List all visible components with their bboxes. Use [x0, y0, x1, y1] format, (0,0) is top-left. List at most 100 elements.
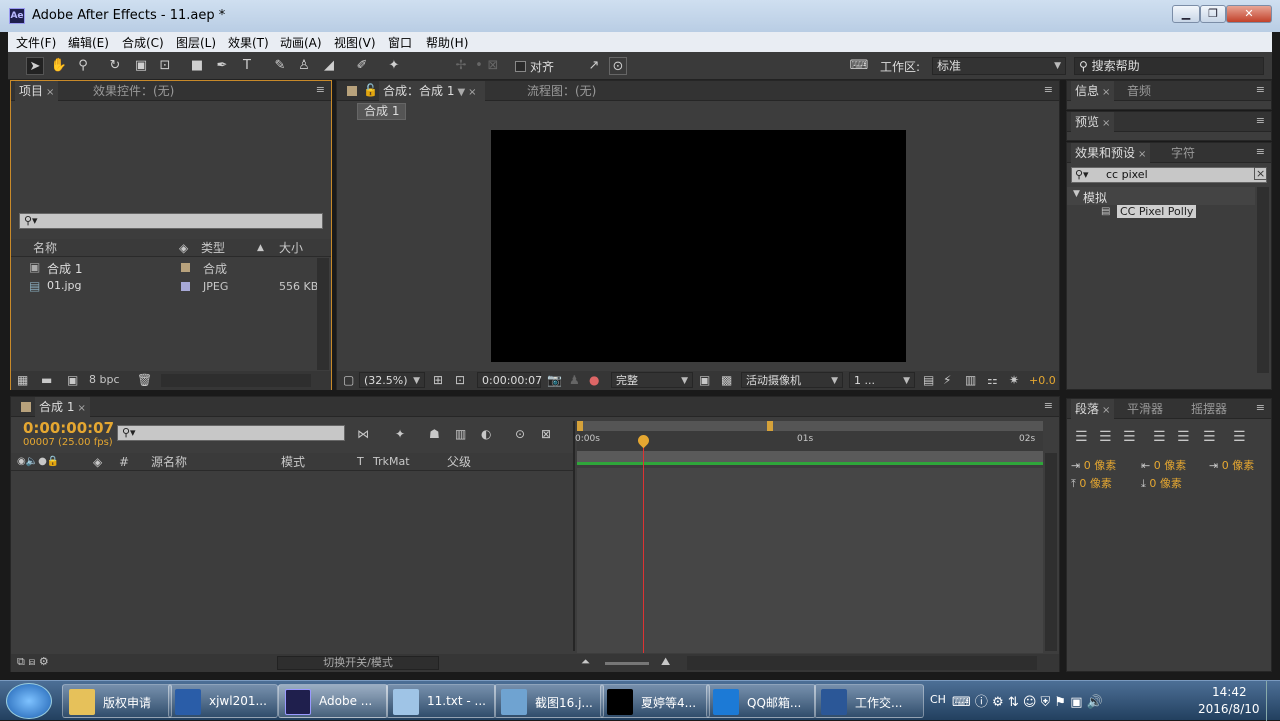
tab-paragraph[interactable]: 段落 × [1071, 399, 1115, 419]
axis-view-icon[interactable]: ⊠ [484, 57, 502, 75]
title-safe-icon[interactable]: ⊞ [433, 373, 443, 387]
show-desktop-button[interactable] [1266, 681, 1280, 721]
panel-menu-icon[interactable]: ≡ [1256, 401, 1265, 414]
column-t[interactable]: T [357, 453, 364, 471]
menu-animation[interactable]: 动画(A) [280, 34, 322, 51]
text-tool-icon[interactable]: T [238, 57, 256, 75]
column-mode[interactable]: 模式 [281, 453, 305, 471]
taskbar-item[interactable]: 11.txt - ... [386, 684, 496, 718]
camera-dropdown[interactable]: 活动摄像机 ▼ [741, 372, 843, 388]
tab-info[interactable]: 信息 × [1071, 81, 1115, 101]
start-button[interactable] [6, 683, 52, 719]
shy-layers-icon[interactable]: ☗ [429, 427, 440, 441]
label-color-swatch[interactable] [181, 282, 190, 291]
zoom-dropdown[interactable]: (32.5%) ▼ [359, 372, 425, 388]
lock-icon[interactable]: 🔓 [363, 83, 378, 97]
effect-list-item[interactable]: ▤ CC Pixel Polly [1101, 205, 1211, 221]
motion-blur-icon[interactable]: ◐ [481, 427, 491, 441]
camera-tool-icon[interactable]: ▣ [132, 57, 150, 75]
tab-composition[interactable]: 合成：合成 1 ▼ × [379, 81, 485, 101]
timeline-hscroll[interactable] [687, 656, 1037, 670]
timeline-search-input[interactable]: ⚲▾ [117, 425, 345, 441]
work-area-start-handle[interactable] [577, 421, 583, 431]
draft-3d-icon[interactable]: ✦ [395, 427, 405, 441]
tab-wiggler[interactable]: 摇摆器 [1187, 399, 1231, 419]
taskbar-item[interactable]: xjwl201... [168, 684, 278, 718]
current-timecode[interactable]: 0:00:00:07 [23, 419, 114, 437]
clock-date[interactable]: 2016/8/10 [1198, 702, 1260, 716]
graph-editor-icon[interactable]: ⊙ [515, 427, 525, 441]
snap-option-icon[interactable]: ↗ [585, 57, 603, 75]
clone-stamp-tool-icon[interactable]: ♙ [295, 57, 313, 75]
selection-tool-icon[interactable]: ➤ [26, 57, 44, 75]
expand-arrow-icon[interactable]: ▼ [1073, 189, 1080, 199]
workspace-dropdown[interactable]: 标准 ▼ [932, 57, 1066, 75]
justify-center-icon[interactable]: ☰ [1177, 429, 1190, 445]
taskbar-item[interactable]: 夏婷等4... [600, 684, 710, 718]
project-search-input[interactable]: ⚲▾ [19, 213, 323, 229]
tab-preview[interactable]: 预览 × [1071, 112, 1115, 132]
current-time-indicator[interactable] [643, 437, 644, 653]
justify-left-icon[interactable]: ☰ [1153, 429, 1166, 445]
label-color-swatch[interactable] [181, 263, 190, 272]
frame-blending-icon[interactable]: ▥ [455, 427, 466, 441]
transparency-grid-icon[interactable]: ▩ [721, 373, 732, 387]
brush-tool-icon[interactable]: ✎ [271, 57, 289, 75]
indent-right-field[interactable]: ⇤ 0 像素 [1141, 457, 1186, 473]
tab-character[interactable]: 字符 [1167, 143, 1199, 163]
menu-layer[interactable]: 图层(L) [176, 34, 216, 51]
pen-tool-icon[interactable]: ✒ [213, 57, 231, 75]
new-composition-icon[interactable]: ▣ [67, 373, 78, 387]
label-tag-icon[interactable]: ◈ [93, 453, 102, 471]
channel-icon[interactable]: ● [589, 373, 599, 387]
show-snapshot-icon[interactable]: ♟ [569, 373, 580, 387]
taskbar-item[interactable]: 工作交... [814, 684, 924, 718]
tab-audio[interactable]: 音频 [1123, 81, 1155, 101]
help-search-input[interactable]: ⚲ 搜索帮助 [1074, 57, 1264, 75]
roto-brush-tool-icon[interactable]: ✐ [353, 57, 371, 75]
zoom-out-icon[interactable]: ⏶ [581, 655, 590, 669]
work-area-end-handle[interactable] [767, 421, 773, 431]
exposure-reset-icon[interactable]: ✷ [1009, 373, 1019, 387]
fast-preview-icon[interactable]: ⚡ [943, 373, 951, 387]
label-tag-icon[interactable]: ◈ [179, 239, 188, 257]
hand-tool-icon[interactable]: ✋ [50, 57, 68, 75]
system-tray-icons[interactable]: ⌨ ⓘ ⚙ ⇅ ☺ ⛨ ⚑ ▣ 🔊 [952, 691, 1103, 710]
snap-feature-icon[interactable]: ⊙ [609, 57, 627, 75]
axis-local-icon[interactable]: ✢ [452, 57, 470, 75]
space-before-field[interactable]: ⤒ 0 像素 [1071, 475, 1112, 491]
column-name[interactable]: 名称 [33, 239, 57, 257]
menu-edit[interactable]: 编辑(E) [68, 34, 109, 51]
layer-switches-icon[interactable]: ⧉ ⧈ ⚙ [17, 655, 49, 669]
taskbar-item[interactable]: 截图16.j... [494, 684, 604, 718]
column-size[interactable]: 大小 [279, 239, 303, 257]
snapshot-icon[interactable]: 📷 [547, 373, 562, 387]
tab-effect-controls[interactable]: 效果控件：(无) [89, 81, 178, 101]
effects-scrollbar[interactable] [1257, 187, 1269, 373]
taskbar-item[interactable]: QQ邮箱... [706, 684, 816, 718]
align-center-icon[interactable]: ☰ [1099, 429, 1112, 445]
column-parent[interactable]: 父级 [447, 453, 471, 471]
panel-menu-icon[interactable]: ≡ [1256, 145, 1265, 158]
trash-icon[interactable]: 🗑 [137, 373, 152, 387]
puppet-pin-tool-icon[interactable]: ✦ [385, 57, 403, 75]
column-source-name[interactable]: 源名称 [151, 453, 187, 471]
language-indicator[interactable]: CH [930, 693, 946, 706]
indent-first-line-field[interactable]: ⇥ 0 像素 [1209, 457, 1254, 473]
timeline-icon[interactable]: ▥ [965, 373, 976, 387]
clear-search-icon[interactable]: × [1254, 167, 1268, 180]
rotate-tool-icon[interactable]: ↻ [106, 57, 124, 75]
bpc-label[interactable]: 8 bpc [89, 373, 120, 386]
comp-mini-flowchart-icon[interactable]: ⋈ [357, 427, 369, 441]
new-folder-icon[interactable]: ▬ [41, 373, 52, 387]
menu-file[interactable]: 文件(F) [16, 34, 56, 51]
current-time-field[interactable]: 0:00:00:07 [477, 372, 542, 388]
eraser-tool-icon[interactable]: ◢ [320, 57, 338, 75]
panel-menu-icon[interactable]: ≡ [1256, 83, 1265, 96]
mask-visibility-icon[interactable]: ⊡ [455, 373, 465, 387]
menu-view[interactable]: 视图(V) [334, 34, 376, 51]
comp-breadcrumb[interactable]: 合成 1 [357, 103, 407, 120]
project-hscroll[interactable] [161, 374, 311, 387]
toggle-switches-modes-button[interactable]: 切换开关/模式 [277, 656, 439, 670]
panel-menu-icon[interactable]: ≡ [1044, 83, 1053, 96]
